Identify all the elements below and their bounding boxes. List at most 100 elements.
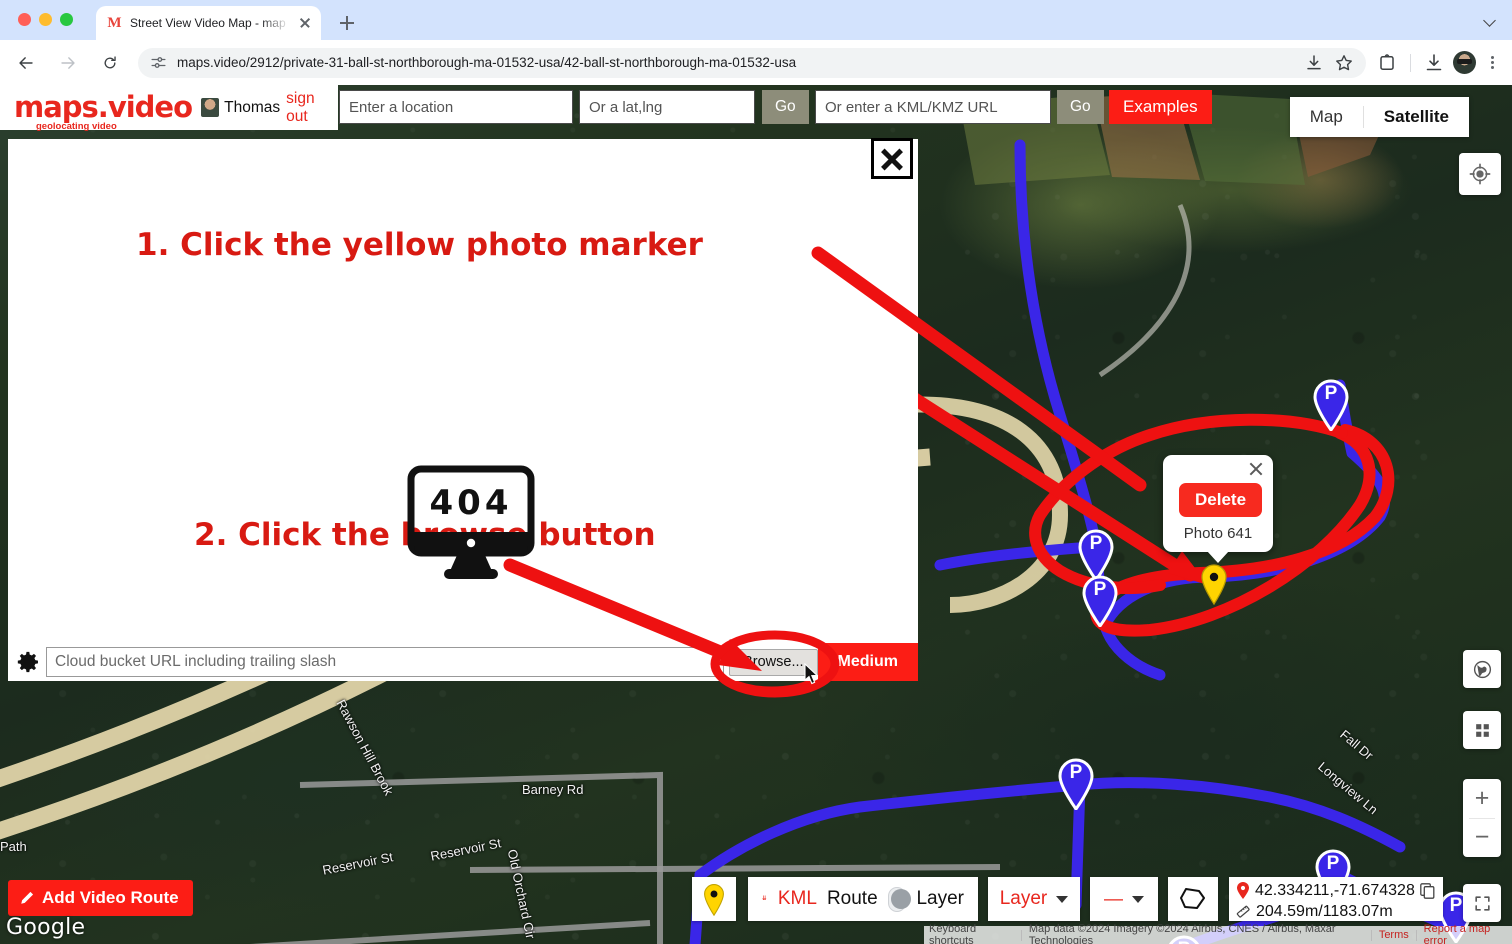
browser-chrome: M Street View Video Map - map maps.video… [0,0,1512,85]
attribution-divider [1370,929,1372,941]
downloads-button[interactable] [1421,50,1447,76]
profile-avatar[interactable] [1453,51,1476,74]
info-window-close-icon[interactable] [1246,459,1266,479]
layer-dropdown-label: Layer [999,888,1048,909]
tab-strip: M Street View Video Map - map [0,0,1512,40]
my-location-button[interactable] [1459,153,1501,195]
toggle-knob [890,889,911,909]
new-tab-button[interactable] [333,9,361,37]
user-name: Thomas [224,98,281,116]
report-map-error-link[interactable]: Report a map error [1424,923,1507,944]
browser-tab[interactable]: M Street View Video Map - map [96,6,321,40]
downloads-icon [1426,53,1442,70]
zoom-out-button[interactable]: − [1463,819,1501,858]
delete-photo-button[interactable]: Delete [1179,483,1263,517]
overlay-close-button[interactable] [871,138,913,179]
my-location-icon [1469,163,1491,185]
brand-logo[interactable]: maps.video geolocating video [14,90,193,131]
error-code-text: 404 [430,483,513,523]
instruction-step-1: 1. Click the yellow photo marker [136,227,703,263]
address-bar[interactable]: maps.video/2912/private-31-ball-st-north… [138,47,1366,78]
distance-row: 204.59m/1183.07m [1236,901,1435,922]
maximize-window-button[interactable] [60,13,73,26]
brand-area: maps.video geolocating video Thomas sign… [0,85,338,131]
chevron-down-icon [1056,895,1069,903]
latlng-input[interactable] [579,90,755,124]
parking-marker-label: P [1069,762,1083,783]
download-omni-icon[interactable] [1304,53,1324,73]
photo-caption: Photo 641 [1183,525,1253,542]
back-button[interactable] [10,47,42,79]
cloud-bucket-url-input[interactable] [46,647,725,677]
brand-tagline: geolocating video [36,120,117,132]
style-dropdown[interactable]: — [1090,877,1158,921]
parking-marker[interactable]: P [1077,529,1115,583]
user-avatar [201,98,220,117]
layers-grid-button[interactable] [1463,711,1501,749]
browser-toolbar: maps.video/2912/private-31-ball-st-north… [0,40,1512,85]
reload-icon [104,55,116,68]
kml-route-layer-group[interactable]: KML Route Layer [748,877,978,921]
kebab-menu-icon[interactable] [1482,53,1502,73]
close-window-button[interactable] [18,13,31,26]
fullscreen-button[interactable] [1463,884,1501,922]
globe-view-button[interactable] [1463,650,1501,688]
chevron-down-icon [1132,895,1144,903]
copy-icon[interactable] [1420,882,1435,899]
style-dropdown-label: — [1104,888,1123,910]
minimize-window-button[interactable] [39,13,52,26]
photo-info-window[interactable]: Delete Photo 641 [1163,455,1273,563]
zoom-controls[interactable]: + − [1463,779,1501,857]
go-location-button[interactable]: Go [762,90,809,124]
photo-pin-tool-button[interactable] [692,877,736,921]
examples-button[interactable]: Examples [1109,90,1212,124]
tab-search-chevron-down-icon[interactable] [1484,13,1498,27]
extensions-button[interactable] [1374,50,1400,76]
parking-marker-label: P [1324,383,1338,404]
sign-out-link[interactable]: sign out [286,90,338,126]
terms-link[interactable]: Terms [1379,929,1409,941]
reload-button[interactable] [94,47,126,79]
kml-url-input[interactable] [815,90,1051,124]
gear-icon[interactable] [15,649,41,675]
photo-upload-overlay: 1. Click the yellow photo marker 2. Clic… [8,139,918,680]
bookmark-star-icon[interactable] [1334,53,1354,73]
site-settings-icon[interactable] [150,54,167,71]
layer-toggle-label[interactable]: Layer [916,888,964,910]
brand-text: maps.video [14,90,193,124]
map-type-switcher[interactable]: Map Satellite [1289,97,1469,137]
map-type-satellite[interactable]: Satellite [1364,97,1469,137]
parking-marker[interactable]: P [1312,379,1350,433]
route-layer-toggle[interactable] [887,886,911,912]
add-video-route-button[interactable]: Add Video Route [8,880,193,916]
map-data-text: Map data ©2024 Imagery ©2024 Airbus, CNE… [1028,923,1336,944]
download-arrow-icon[interactable] [762,889,768,909]
zoom-in-button[interactable]: + [1463,779,1501,818]
forward-button[interactable] [52,47,84,79]
kml-label[interactable]: KML [778,888,817,910]
photo-marker[interactable] [1199,563,1229,606]
tab-favicon: M [107,14,122,31]
broken-image-404-icon: 404 [407,465,535,579]
pencil-icon [21,891,34,904]
attribution-divider [1020,929,1022,941]
coordinates-panel[interactable]: 42.334211,-71.674328 204.59m/1183.07m [1229,877,1443,921]
quality-medium-button[interactable]: Medium [817,643,918,681]
yellow-photo-pin-icon [1201,564,1227,606]
map-type-map[interactable]: Map [1290,97,1363,137]
location-input[interactable] [339,90,573,124]
fullscreen-icon [1474,895,1490,911]
tab-close-icon[interactable] [297,15,313,31]
route-label[interactable]: Route [827,888,878,910]
parking-marker-label: P [1089,533,1103,554]
keyboard-shortcuts-link[interactable]: Keyboard shortcuts [929,923,1014,944]
grid-icon [1475,723,1489,737]
parking-marker[interactable]: P [1081,575,1119,629]
attribution-divider [1415,929,1417,941]
polygon-tool-button[interactable] [1168,877,1218,921]
globe-icon [1473,660,1491,678]
window-traffic-lights[interactable] [18,13,73,26]
go-kml-button[interactable]: Go [1057,90,1104,124]
parking-marker[interactable]: P [1057,758,1095,812]
layer-dropdown[interactable]: Layer [988,877,1080,921]
